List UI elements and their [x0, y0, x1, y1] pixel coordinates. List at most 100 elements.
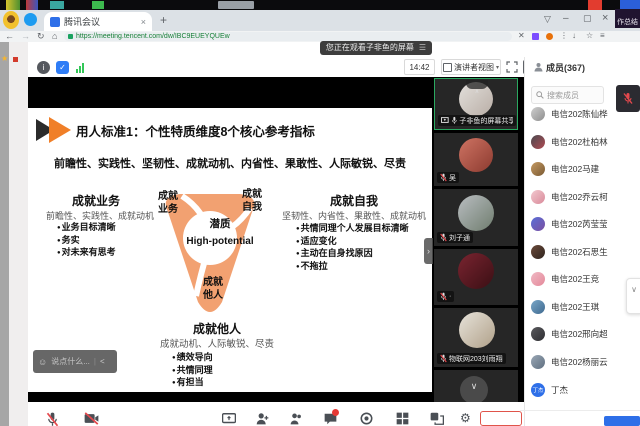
member-row[interactable]: 电信202石思生 [531, 242, 637, 262]
secure-site-icon [68, 34, 73, 39]
red-block-icon [588, 0, 602, 10]
window-left-edge [0, 42, 9, 426]
emoji-icon[interactable]: ☺ [38, 357, 47, 367]
video-thumb-sharer[interactable]: ∧ 子非鱼的屏幕共享 [434, 78, 518, 130]
member-row[interactable]: 电信202杜柏林 [531, 132, 637, 152]
browser-menu-icon[interactable]: ≡ [600, 31, 605, 41]
browser-profile-icon[interactable] [24, 13, 37, 26]
window-minimize-button[interactable]: – [563, 13, 569, 24]
panel-collapse-handle[interactable]: › [424, 238, 433, 264]
background-window-corner: 作总结 [615, 9, 640, 28]
extension-x-icon[interactable]: ✕ [518, 31, 525, 41]
chat-button[interactable] [324, 412, 337, 426]
block-self-title: 成就自我 [330, 192, 378, 209]
new-tab-button[interactable]: + [160, 13, 167, 27]
security-shield-icon[interactable]: ✓ [56, 61, 69, 74]
diagram-label-business: 成就业务 [156, 190, 180, 216]
download-icon[interactable]: ↓ [572, 31, 576, 41]
scroll-down-indicator[interactable]: ∨ [460, 376, 488, 402]
tab-title: 腾讯会议 [64, 15, 141, 28]
window-maximize-button[interactable]: ▢ [583, 13, 592, 24]
slide-arrow-orange [49, 117, 71, 143]
member-row[interactable]: 电信202芮莹莹 [531, 214, 637, 234]
mic-on-icon [451, 116, 458, 125]
avatar [531, 245, 545, 259]
extension-purple-icon[interactable] [532, 33, 539, 40]
panel-action-button[interactable] [604, 416, 640, 426]
member-name: 电信202乔云柯 [551, 191, 608, 203]
block-others-traits: 成就动机、人际敏锐、尽责 [160, 336, 274, 350]
chat-collapse-icon[interactable]: < [100, 357, 105, 366]
search-members-input[interactable]: 搜索成员 [531, 86, 604, 104]
more-button[interactable] [430, 412, 444, 426]
avatar: 丁杰 [531, 383, 545, 397]
network-signal-icon[interactable] [76, 62, 85, 73]
back-icon[interactable]: ← [5, 31, 14, 42]
banner-menu-icon[interactable]: ☰ [419, 41, 426, 55]
avatar [531, 327, 545, 341]
video-thumb-liuzitong[interactable]: 刘子通 [434, 189, 518, 246]
window-close-button[interactable]: × [602, 12, 608, 24]
background-window-strip [0, 0, 640, 10]
forward-icon[interactable]: → [21, 31, 30, 42]
bookmark-star-icon[interactable]: ☆ [586, 31, 593, 41]
video-thumb-liuyuxiang[interactable]: 物联网203刘雨翔 [434, 308, 518, 367]
member-row[interactable]: 电信202王竞 [531, 269, 637, 289]
member-name: 电信202邢向超 [551, 328, 608, 340]
address-bar[interactable]: https://meeting.tencent.com/dw/IBC9EUEYQ… [64, 32, 512, 41]
scroll-up-indicator[interactable]: ∧ [466, 80, 488, 89]
video-thumb-partial[interactable]: ∨ [434, 370, 518, 402]
diagram-center-cn: 潜质 [160, 216, 280, 231]
shared-slide: 用人标准1：个性特质维度8个核心参考指标 前瞻性、实践性、坚韧性、成就动机、内省… [28, 108, 432, 392]
block-self-bullets: 共情同理个人发展目标清晰 适应变化 主动在自身找原因 不拖拉 [296, 223, 409, 273]
members-button[interactable] [290, 412, 303, 426]
member-name: 丁杰 [551, 384, 568, 396]
avatar [531, 217, 545, 231]
tab-close-icon[interactable]: × [141, 17, 146, 27]
search-icon [536, 91, 544, 99]
chat-input[interactable]: ☺ 说点什么... | < [33, 350, 117, 373]
camera-muted-button[interactable] [84, 412, 99, 426]
invite-button[interactable] [256, 412, 269, 426]
scroll-popup[interactable]: ∨ [626, 278, 640, 314]
video-name-badge: 吴 [437, 172, 459, 183]
reload-icon[interactable]: ↻ [37, 31, 45, 42]
member-row[interactable]: 电信202杨丽云 [531, 352, 637, 372]
view-mode-button[interactable]: 演讲者视图 ▾ [441, 59, 501, 75]
extension-orange-icon[interactable] [546, 33, 553, 40]
block-others-title: 成就他人 [193, 320, 241, 337]
home-icon[interactable]: ⌂ [52, 31, 57, 42]
record-button[interactable] [360, 412, 373, 426]
share-screen-button[interactable] [222, 412, 236, 426]
pixel-icon [26, 0, 38, 10]
floating-mic-overlay[interactable] [616, 85, 640, 112]
mic-muted-button[interactable] [46, 412, 59, 426]
member-row[interactable]: 电信202乔云柯 [531, 187, 637, 207]
bookmark-star[interactable]: ★ [1, 54, 8, 63]
video-thumb-4[interactable]: · [434, 249, 518, 305]
video-name-badge: 物联网203刘雨翔 [437, 353, 506, 364]
funnel-icon[interactable]: ▽ [544, 14, 551, 25]
page-left-margin [9, 42, 28, 426]
meeting-info-icon[interactable]: i [37, 61, 50, 74]
mic-muted-icon [440, 233, 447, 242]
member-name: 电信202杨丽云 [551, 356, 608, 368]
member-row[interactable]: 丁杰 丁杰 [531, 380, 637, 400]
extensions-dots-icon[interactable]: ⋮ [560, 31, 568, 41]
member-name: 电信202杜柏林 [551, 136, 608, 148]
avatar [531, 135, 545, 149]
pixel-icon-2 [50, 1, 64, 9]
sunflower-icon[interactable] [3, 11, 19, 29]
avatar [458, 253, 494, 289]
video-thumb-wu[interactable]: 吴 [434, 133, 518, 186]
member-row[interactable]: 电信202马建 [531, 159, 637, 179]
settings-gear-icon[interactable]: ⚙ [460, 412, 471, 425]
member-row[interactable]: 电信202王琪 [531, 297, 637, 317]
view-mode-label: 演讲者视图 [454, 62, 494, 73]
tab-favicon [50, 17, 60, 27]
member-row[interactable]: 电信202邢向超 [531, 324, 637, 344]
end-meeting-button[interactable] [480, 411, 522, 426]
fullscreen-icon[interactable] [506, 61, 518, 73]
tab-tencent-meeting[interactable]: 腾讯会议 × [44, 12, 152, 31]
apps-button[interactable] [396, 412, 409, 426]
